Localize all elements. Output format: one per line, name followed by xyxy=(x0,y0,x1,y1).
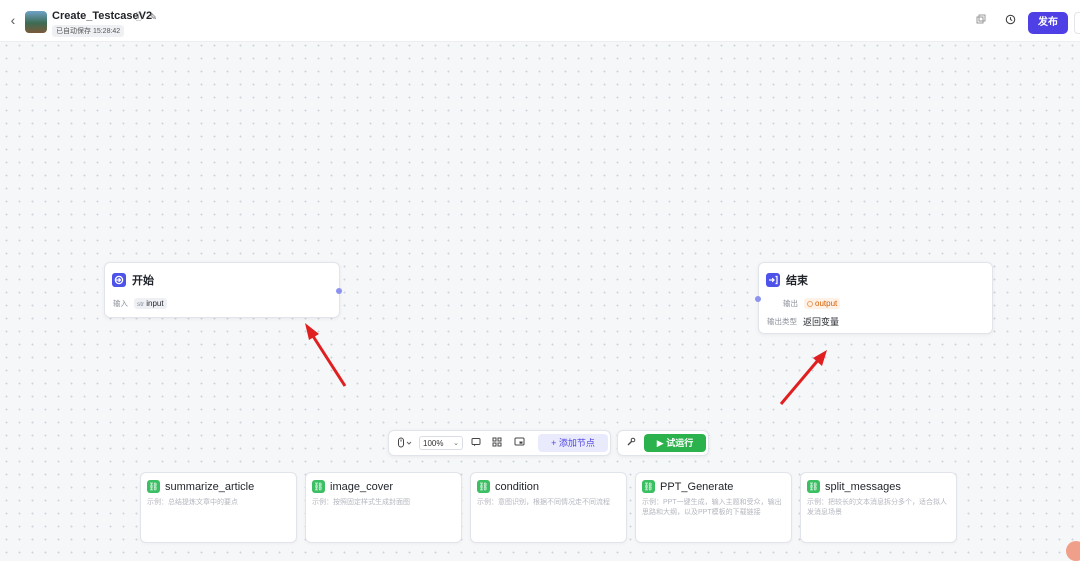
layout-icon[interactable] xyxy=(490,437,504,451)
template-card-title: image_cover xyxy=(330,480,393,493)
template-card-condition[interactable]: ⛓ condition 示例：意图识别，根据不同情况走不同流程 xyxy=(470,472,627,543)
template-card-desc: 示例：意图识别，根据不同情况走不同流程 xyxy=(477,499,610,506)
run-toolbar: ▶ 试运行 xyxy=(617,430,709,456)
template-card-title: summarize_article xyxy=(165,480,255,493)
workflow-icon: ⛓ xyxy=(477,480,490,493)
arrow-to-end-node xyxy=(779,350,827,405)
test-run-button[interactable]: ▶ 试运行 xyxy=(644,434,706,452)
template-card-split-messages[interactable]: ⛓ split_messages 示例：把较长的文本消息拆分多个，适合拟人发消息… xyxy=(800,472,957,543)
template-card-title: condition xyxy=(495,480,540,493)
template-card-header: ⛓ PPT_Generate xyxy=(642,480,733,493)
workflow-icon: ⛓ xyxy=(807,480,820,493)
minimap-icon[interactable] xyxy=(512,437,526,451)
zoom-select[interactable]: 100% ⌄ xyxy=(419,436,463,450)
template-card-title: PPT_Generate xyxy=(660,480,734,493)
template-card-header: ⛓ image_cover xyxy=(312,480,393,493)
add-node-button[interactable]: + 添加节点 xyxy=(538,434,608,452)
assistant-avatar[interactable] xyxy=(1066,541,1080,561)
canvas-toolbar: 100% ⌄ + 添加节点 xyxy=(388,430,611,456)
arrow-to-start-node xyxy=(305,323,347,387)
mouse-mode-icon[interactable] xyxy=(395,437,415,451)
workflow-icon: ⛓ xyxy=(312,480,325,493)
chevron-down-icon: ⌄ xyxy=(453,440,459,447)
debug-icon[interactable] xyxy=(624,437,638,451)
workflow-icon: ⛓ xyxy=(147,480,160,493)
template-card-desc: 示例：把较长的文本消息拆分多个，适合拟人发消息场景 xyxy=(807,499,947,516)
template-card-summarize-article[interactable]: ⛓ summarize_article 示例：总结提炼文章中的要点 xyxy=(140,472,297,543)
template-card-image-cover[interactable]: ⛓ image_cover 示例：按照固定样式生成封面图 xyxy=(305,472,462,543)
template-card-desc: 示例：PPT一键生成，输入主题和受众，输出思路和大纲，以及PPT模板的下载链接 xyxy=(642,499,782,516)
template-card-header: ⛓ split_messages xyxy=(807,480,901,493)
template-card-header: ⛓ condition xyxy=(477,480,539,493)
template-card-ppt-generate[interactable]: ⛓ PPT_Generate 示例：PPT一键生成，输入主题和受众，输出思路和大… xyxy=(635,472,792,543)
comment-icon[interactable] xyxy=(469,437,483,451)
workflow-icon: ⛓ xyxy=(642,480,655,493)
template-card-header: ⛓ summarize_article xyxy=(147,480,254,493)
zoom-value: 100% xyxy=(423,439,444,448)
template-card-title: split_messages xyxy=(825,480,901,493)
template-card-desc: 示例：总结提炼文章中的要点 xyxy=(147,499,238,506)
template-card-desc: 示例：按照固定样式生成封面图 xyxy=(312,499,410,506)
